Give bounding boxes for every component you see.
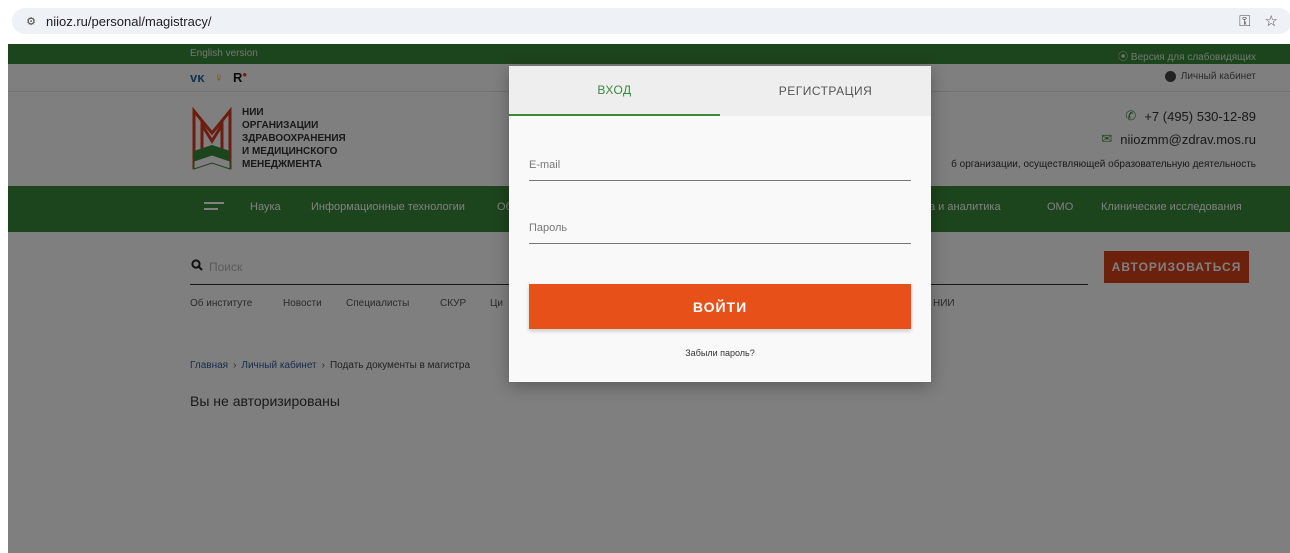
forgot-password-link[interactable]: Забыли пароль? [509, 348, 931, 358]
browser-toolbar: ⚙ niioz.ru/personal/magistracy/ ⚿ ☆ [0, 0, 1290, 42]
login-modal: ВХОД РЕГИСТРАЦИЯ ВОЙТИ Забыли пароль? [509, 66, 931, 382]
bookmark-star-icon[interactable]: ☆ [1265, 12, 1278, 30]
email-field-wrapper [529, 151, 911, 181]
modal-tabs: ВХОД РЕГИСТРАЦИЯ [509, 66, 931, 116]
address-bar[interactable]: ⚙ niioz.ru/personal/magistracy/ ⚿ ☆ [12, 8, 1290, 34]
site-info-icon[interactable]: ⚙ [24, 14, 38, 28]
email-field[interactable] [529, 151, 911, 179]
password-field-wrapper [529, 214, 911, 244]
login-button[interactable]: ВОЙТИ [529, 284, 911, 329]
password-field[interactable] [529, 214, 911, 242]
url-text[interactable]: niioz.ru/personal/magistracy/ [46, 14, 211, 29]
tab-login[interactable]: ВХОД [509, 66, 720, 116]
tab-register[interactable]: РЕГИСТРАЦИЯ [720, 66, 931, 116]
password-key-icon[interactable]: ⚿ [1239, 13, 1250, 30]
